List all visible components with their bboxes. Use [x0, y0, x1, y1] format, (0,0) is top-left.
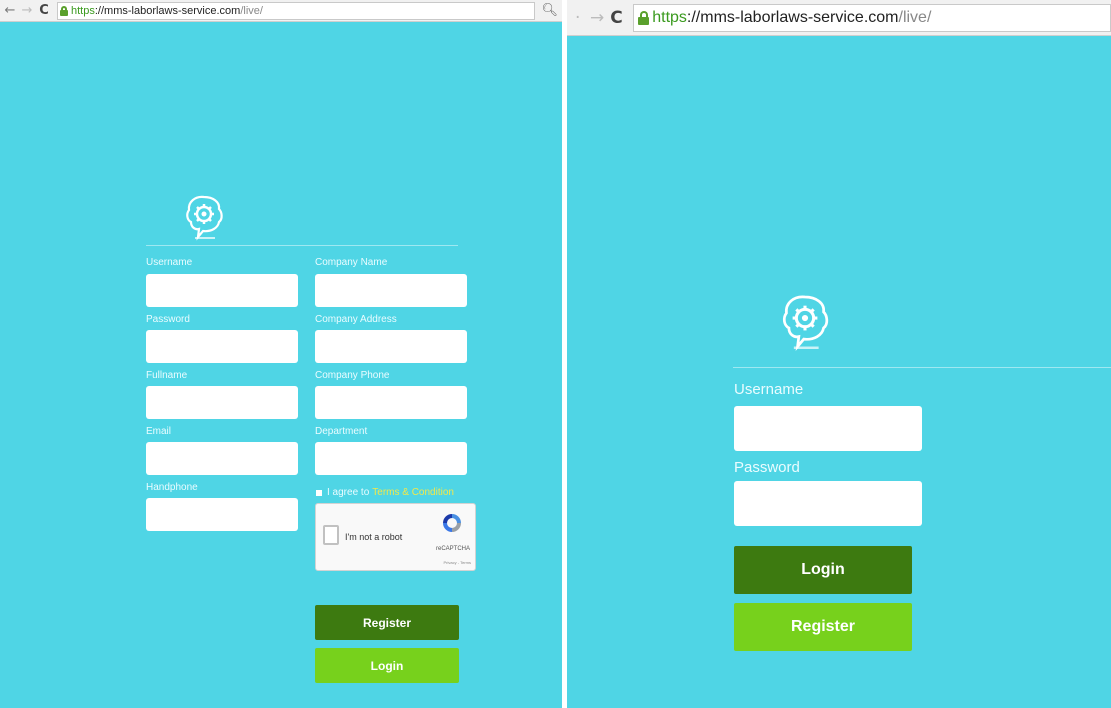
- login-button[interactable]: Login: [315, 648, 459, 683]
- login-page: Username Password Login Register: [567, 36, 1111, 708]
- recaptcha-label: I'm not a robot: [345, 532, 403, 542]
- fullname-label: Fullname: [146, 370, 188, 381]
- lock-icon: [638, 10, 650, 25]
- handphone-input[interactable]: [146, 498, 298, 531]
- magnifier-icon[interactable]: 🔍︎: [541, 3, 558, 18]
- username-label: Username: [734, 381, 804, 398]
- brain-gear-logo-icon: [183, 193, 225, 243]
- forward-arrow-icon[interactable]: →: [588, 5, 605, 31]
- login-button[interactable]: Login: [734, 546, 912, 594]
- company-phone-label: Company Phone: [315, 370, 390, 381]
- screenshot-root: ← → C https://mms-laborlaws-service.com /…: [0, 0, 1111, 708]
- recaptcha-brand: reCAPTCHA: [435, 546, 470, 552]
- forward-arrow-icon[interactable]: →: [20, 2, 34, 20]
- password-input[interactable]: [734, 481, 922, 526]
- lock-icon: [60, 5, 68, 16]
- logo-divider: [733, 367, 1111, 368]
- url-path: /live/: [898, 8, 932, 26]
- company-name-input[interactable]: [315, 274, 467, 307]
- register-screen: ← → C https://mms-laborlaws-service.com /…: [0, 0, 562, 708]
- password-label: Password: [734, 459, 800, 476]
- email-label: Email: [146, 426, 172, 437]
- recaptcha-widget: I'm not a robot reCAPTCHA Privacy - Term…: [315, 503, 476, 571]
- department-input[interactable]: [315, 442, 467, 475]
- register-page: Username Password Fullname Email Handpho…: [0, 22, 562, 708]
- handphone-label: Handphone: [146, 482, 198, 493]
- reload-icon[interactable]: C: [608, 5, 625, 31]
- browser-toolbar: · → C https://mms-laborlaws-service.com /…: [567, 0, 1111, 36]
- password-label: Password: [146, 314, 190, 325]
- username-label: Username: [146, 257, 193, 268]
- url-host: ://mms-laborlaws-service.com: [686, 8, 899, 26]
- address-bar[interactable]: https://mms-laborlaws-service.com/live/: [633, 3, 1111, 32]
- company-address-input[interactable]: [315, 330, 467, 363]
- company-address-label: Company Address: [315, 314, 397, 325]
- fullname-input[interactable]: [146, 386, 298, 419]
- back-arrow-icon[interactable]: ←: [3, 2, 17, 20]
- recaptcha-checkbox[interactable]: [323, 525, 339, 545]
- url-path: /live/: [240, 4, 263, 17]
- url-scheme: https: [652, 8, 687, 26]
- reload-icon[interactable]: C: [37, 2, 51, 20]
- terms-checkbox[interactable]: [316, 489, 322, 496]
- address-bar[interactable]: https://mms-laborlaws-service.com/live/: [57, 1, 535, 20]
- username-input[interactable]: [734, 406, 922, 451]
- logo-divider: [146, 245, 458, 246]
- url-host: ://mms-laborlaws-service.com: [94, 4, 241, 17]
- login-screen: · → C https://mms-laborlaws-service.com /…: [567, 0, 1111, 708]
- recaptcha-terms[interactable]: Privacy - Terms: [444, 560, 471, 565]
- brain-gear-logo-icon: [779, 291, 831, 355]
- register-button[interactable]: Register: [315, 605, 459, 640]
- terms-link[interactable]: Terms & Condition: [372, 487, 454, 498]
- username-input[interactable]: [146, 274, 298, 307]
- password-input[interactable]: [146, 330, 298, 363]
- browser-toolbar: ← → C https://mms-laborlaws-service.com /…: [0, 0, 562, 22]
- company-name-label: Company Name: [315, 257, 388, 268]
- company-phone-input[interactable]: [315, 386, 467, 419]
- recaptcha-logo-icon: [441, 512, 463, 534]
- register-button[interactable]: Register: [734, 603, 912, 651]
- terms-agreement: I agree to Terms & Condition: [316, 487, 454, 498]
- url-scheme: https: [71, 4, 95, 17]
- email-input[interactable]: [146, 442, 298, 475]
- agree-text: I agree to: [327, 487, 370, 498]
- department-label: Department: [315, 426, 368, 437]
- back-arrow-icon[interactable]: ·: [569, 5, 586, 31]
